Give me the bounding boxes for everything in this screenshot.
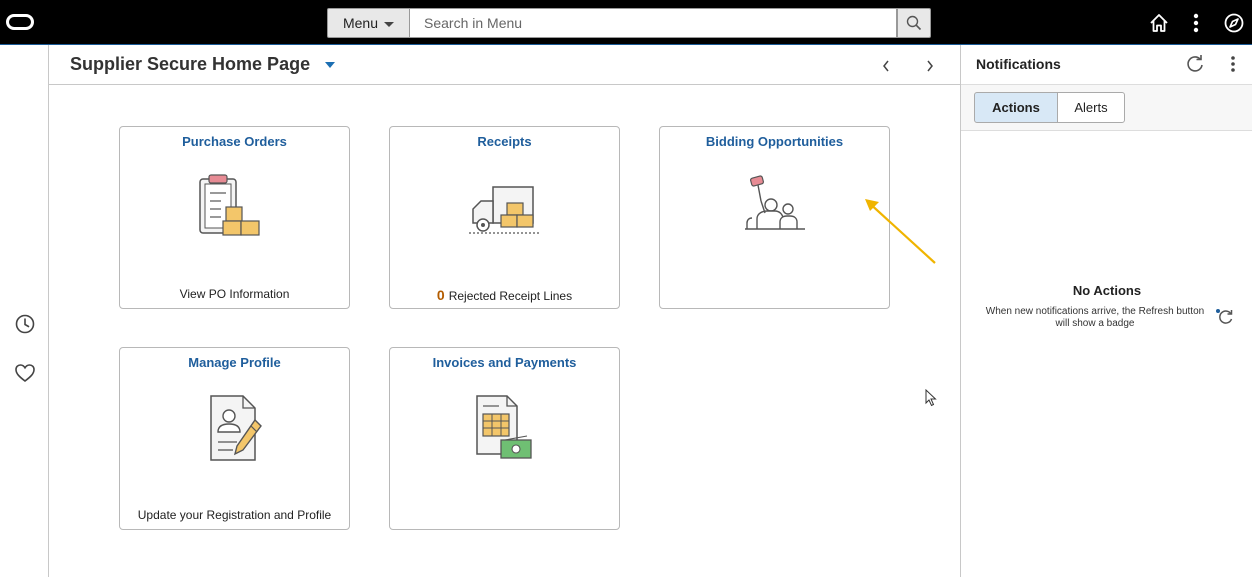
notifications-panel: Notifications Actions Alerts No Actions …: [960, 45, 1252, 577]
tile-title: Purchase Orders: [182, 134, 287, 149]
empty-state-title: No Actions: [1072, 283, 1142, 298]
tile-manage-profile[interactable]: Manage Profile Update your Registration …: [119, 347, 350, 530]
recent-places-button[interactable]: [13, 312, 37, 336]
tile-invoices-and-payments[interactable]: Invoices and Payments: [389, 347, 620, 530]
invoices-payments-icon: [476, 395, 532, 459]
chevron-down-icon: [384, 21, 395, 27]
actions-menu-button[interactable]: [1181, 8, 1211, 38]
empty-state-message: When new notifications arrive, the Refre…: [985, 306, 1205, 329]
menu-label: Menu: [342, 15, 379, 31]
profile-document-icon: [210, 395, 262, 461]
chevron-right-icon: [927, 60, 933, 72]
tile-footer: 0 Rejected Receipt Lines: [390, 287, 619, 303]
notifications-tabs: Actions Alerts: [961, 85, 1252, 131]
notifications-title: Notifications: [976, 56, 1061, 72]
favorites-heart-icon: [15, 364, 35, 383]
tile-purchase-orders[interactable]: Purchase Orders View PO Information: [119, 126, 350, 309]
main-content: Supplier Secure Home Page Purchase Order…: [49, 45, 960, 577]
more-vertical-icon: [1231, 56, 1235, 72]
tile-title: Invoices and Payments: [432, 355, 577, 370]
menu-search-input[interactable]: [410, 8, 897, 38]
left-rail: [0, 45, 49, 577]
favorites-button[interactable]: [13, 361, 37, 385]
tab-actions[interactable]: Actions: [974, 92, 1058, 123]
tab-alerts[interactable]: Alerts: [1057, 92, 1125, 123]
oracle-logo[interactable]: [6, 14, 34, 30]
purchase-orders-icon: [199, 174, 260, 236]
home-icon: [1150, 14, 1168, 32]
tile-title: Manage Profile: [188, 355, 281, 370]
menu-dropdown-button[interactable]: Menu: [327, 8, 410, 38]
page-header: Supplier Secure Home Page: [49, 45, 960, 85]
refresh-badge-icon: [1216, 309, 1233, 324]
search-button[interactable]: [897, 8, 931, 38]
notifications-header: Notifications: [961, 45, 1252, 85]
tile-title: Bidding Opportunities: [705, 134, 844, 149]
top-banner: Menu: [0, 0, 1252, 44]
page-title[interactable]: Supplier Secure Home Page: [70, 54, 310, 75]
previous-page-button[interactable]: [875, 55, 897, 77]
tile-receipts[interactable]: Receipts 0 Rejected Receipt Lines: [389, 126, 620, 309]
refresh-button[interactable]: [1183, 52, 1207, 76]
tile-footer: Update your Registration and Profile: [137, 508, 332, 522]
navbar-button[interactable]: [1219, 8, 1249, 38]
notifications-menu-button[interactable]: [1221, 52, 1245, 76]
bidding-paddle-icon: [745, 175, 805, 230]
tile-footer: View PO Information: [179, 287, 290, 301]
chevron-left-icon: [883, 60, 889, 72]
mouse-cursor-icon: [925, 389, 937, 407]
receipts-truck-icon: [469, 186, 539, 234]
tile-title: Receipts: [477, 134, 532, 149]
rejected-count: 0: [436, 287, 445, 303]
refresh-icon: [1187, 55, 1203, 72]
home-button[interactable]: [1144, 8, 1174, 38]
annotation-arrow-icon: [865, 199, 936, 264]
navbar-compass-icon: [1224, 13, 1244, 33]
search-icon: [906, 15, 922, 31]
homepage-selector-chevron-icon[interactable]: [325, 62, 335, 68]
recent-history-icon: [15, 314, 35, 334]
more-vertical-icon: [1193, 13, 1199, 33]
next-page-button[interactable]: [919, 55, 941, 77]
tile-footer-label: Rejected Receipt Lines: [448, 289, 573, 303]
